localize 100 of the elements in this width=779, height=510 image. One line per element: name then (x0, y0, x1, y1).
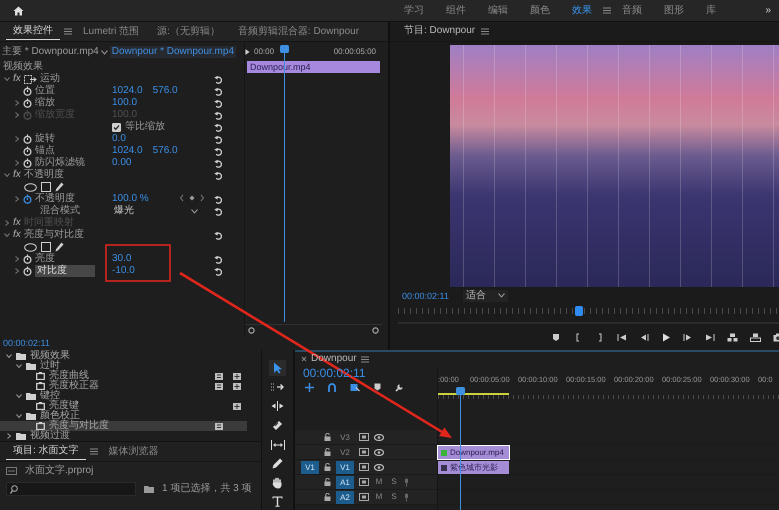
panel-tab[interactable]: 源:（无剪辑） (150, 24, 227, 40)
chevron-icon[interactable] (14, 136, 20, 142)
ellipse-mask-icon[interactable] (24, 242, 37, 252)
fx-toggle[interactable]: fx (13, 229, 21, 241)
lock-icon[interactable] (324, 463, 331, 471)
master-clip-label[interactable]: 主要 * Downpour.mp4 (2, 46, 99, 58)
chevron-icon[interactable] (6, 433, 12, 439)
workspace-tab[interactable]: 编辑 (477, 4, 519, 16)
chevron-icon[interactable] (14, 268, 20, 274)
panel-tab[interactable]: 效果控件 (6, 24, 60, 40)
pen-icon[interactable] (55, 182, 64, 192)
mute-button[interactable]: M (374, 476, 384, 488)
eye-icon[interactable] (374, 464, 384, 470)
folder-label[interactable]: 键控 (40, 391, 60, 401)
type-tool-icon[interactable] (272, 496, 283, 508)
param-value[interactable]: 0.00 (112, 157, 132, 169)
close-icon[interactable] (301, 356, 307, 362)
marker-icon[interactable] (551, 332, 561, 342)
keyframe-nav-icon[interactable] (180, 194, 204, 202)
param-value[interactable]: 1024.0 (112, 145, 143, 157)
eye-icon[interactable] (374, 434, 384, 440)
lock-icon[interactable] (324, 478, 331, 486)
folder-label[interactable]: 视频效果 (30, 351, 70, 361)
snap-icon[interactable] (328, 383, 336, 392)
microphone-icon[interactable] (404, 478, 409, 486)
source-patch[interactable]: V1 (301, 460, 319, 474)
search-icon[interactable] (10, 484, 18, 494)
param-value[interactable]: 576.0 (152, 145, 178, 157)
solo-button[interactable]: S (389, 491, 399, 503)
panel-tab[interactable]: 音频剪辑混合器: Downpour (230, 24, 366, 40)
scroll-handle-icon[interactable] (248, 327, 255, 334)
checkbox[interactable] (112, 122, 121, 132)
timecode[interactable]: 00:00:02:11 (3, 337, 50, 349)
step-forward-icon[interactable] (683, 332, 693, 342)
param-value[interactable]: 100.0 (112, 97, 138, 109)
chevron-icon[interactable] (14, 100, 20, 106)
linked-selection-icon[interactable] (350, 383, 360, 392)
track-target[interactable]: V3 (336, 430, 354, 444)
effect-row[interactable]: 亮度校正器 (0, 381, 247, 391)
ripple-edit-tool-icon[interactable] (271, 401, 284, 412)
track-target[interactable]: A1 (336, 476, 354, 488)
play-icon[interactable] (245, 48, 250, 56)
more-workspaces-button[interactable]: » (757, 4, 779, 16)
fx-toggle[interactable]: fx (13, 73, 21, 85)
stopwatch-icon[interactable] (23, 194, 32, 204)
chevron-icon[interactable] (14, 256, 20, 262)
panel-title[interactable]: 节目: Downpour (404, 25, 476, 38)
param-value[interactable]: 30.0 (112, 253, 132, 265)
selection-tool-icon[interactable] (272, 362, 282, 374)
scroll-handle-icon[interactable] (372, 327, 379, 334)
param-value[interactable]: 100.0 % (112, 193, 149, 205)
chevron-icon[interactable] (6, 353, 12, 359)
blend-mode-dropdown[interactable]: 爆光 (112, 205, 198, 217)
playhead-handle[interactable] (456, 387, 465, 395)
chevron-icon[interactable] (14, 196, 20, 202)
mute-button[interactable]: M (374, 491, 384, 503)
effect-row[interactable]: 亮度曲线 (0, 371, 247, 381)
panel-tab[interactable]: 项目: 水面文字 (6, 444, 86, 460)
overwrite-icon[interactable] (750, 332, 761, 342)
chevron-icon[interactable] (14, 160, 20, 166)
rectangle-mask-icon[interactable] (41, 242, 51, 252)
solo-button[interactable]: S (389, 476, 399, 488)
tool-button[interactable] (269, 360, 286, 376)
new-bin-icon[interactable] (144, 485, 154, 493)
track-target[interactable]: V2 (336, 446, 354, 458)
wrench-icon[interactable] (395, 383, 404, 392)
slip-tool-icon[interactable] (270, 440, 284, 450)
menu-icon[interactable] (64, 28, 72, 35)
param-value[interactable]: 0.0 (112, 133, 126, 145)
go-to-out-icon[interactable] (705, 332, 715, 342)
workspace-tab[interactable]: 颜色 (519, 4, 561, 16)
workspace-tab[interactable]: 库 (695, 4, 727, 16)
play-icon[interactable] (661, 332, 671, 342)
razor-tool-icon[interactable] (272, 420, 283, 431)
folder-label[interactable]: 颜色校正 (40, 411, 80, 421)
chevron-icon[interactable] (16, 363, 22, 369)
effect-row[interactable]: 亮度与对比度 (0, 421, 247, 431)
microphone-icon[interactable] (404, 492, 409, 502)
pen-tool-icon[interactable] (272, 458, 283, 470)
track-target[interactable]: A2 (336, 490, 354, 504)
workspace-tab[interactable]: 组件 (435, 4, 477, 16)
menu-icon[interactable] (360, 356, 369, 362)
lock-icon[interactable] (324, 493, 331, 501)
lock-icon[interactable] (324, 433, 331, 441)
chevron-icon[interactable] (16, 413, 22, 419)
zoom-dropdown[interactable]: 适合 (462, 290, 508, 302)
effect-name[interactable]: 亮度与对比度 (24, 229, 84, 241)
sequence-clip-label[interactable]: Downpour * Downpour.mp4 (110, 46, 236, 58)
param-value[interactable]: -10.0 (112, 265, 135, 277)
eye-icon[interactable] (374, 448, 384, 456)
home-icon[interactable] (13, 6, 24, 16)
effect-name[interactable]: 不透明度 (24, 169, 64, 181)
step-back-icon[interactable] (639, 332, 649, 342)
pen-icon[interactable] (55, 242, 64, 252)
chevron-icon[interactable] (16, 393, 22, 399)
workspace-tab[interactable]: 图形 (653, 4, 695, 16)
hand-tool-icon[interactable] (272, 476, 283, 489)
fx-toggle[interactable]: fx (13, 169, 21, 181)
playhead-handle[interactable] (575, 306, 583, 316)
folder-label[interactable]: 过时 (40, 361, 60, 371)
